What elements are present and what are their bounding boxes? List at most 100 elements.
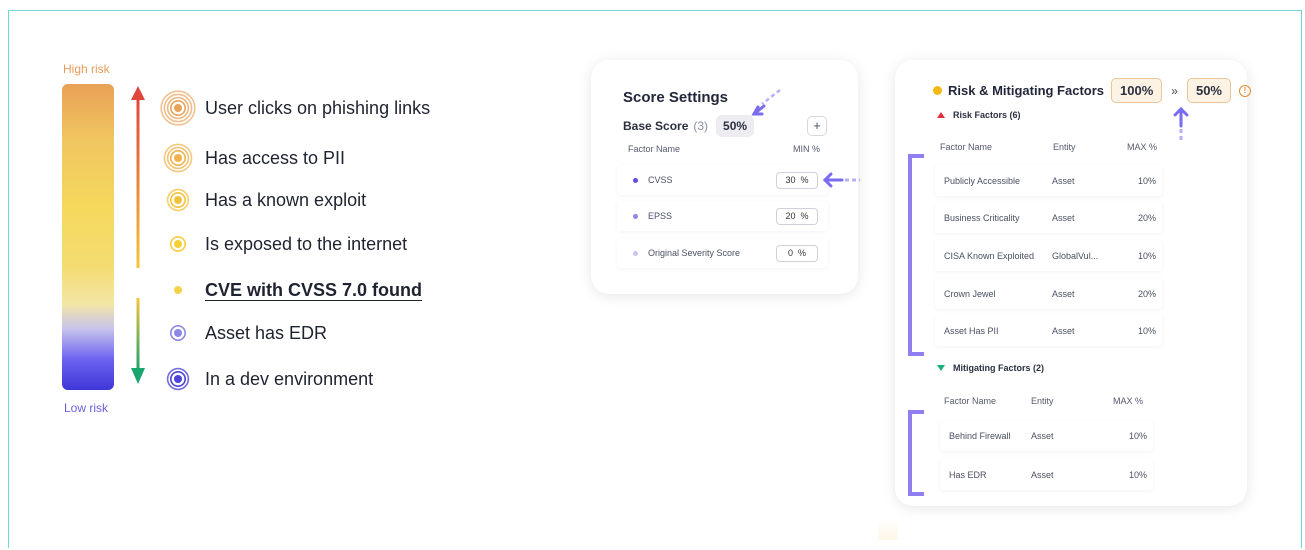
factor-table-row[interactable]: Crown Jewel Asset 20% [935,278,1162,309]
max-percent-cell: 10% [1128,431,1147,441]
dot-icon [160,272,196,308]
factor-name-cell: CISA Known Exploited [944,251,1035,261]
risk-mitigating-title: Risk & Mitigating Factors [948,83,1105,98]
min-percent-value: 0 [787,248,793,258]
entity-cell: Asset [1052,289,1075,299]
min-percent-unit: % [800,175,809,185]
entity-cell: Asset [1052,213,1075,223]
concentric-ring-icon [160,315,196,351]
risk-factor-item: Asset has EDR [160,318,327,348]
min-percent-input[interactable]: 0 % [776,244,818,262]
score-factor-row[interactable]: EPSS 20 % [617,201,828,231]
risk-factor-item: Is exposed to the internet [160,229,407,259]
score-factor-name: Original Severity Score [648,248,741,258]
factor-table-row[interactable]: Publicly Accessible Asset 10% [935,165,1162,196]
factor-name-cell: Has EDR [949,470,987,480]
triangle-down-icon [937,365,945,371]
max-percent-cell: 10% [1128,470,1147,480]
factor-name-cell: Crown Jewel [944,289,996,299]
add-factor-button[interactable]: + [807,116,827,136]
risk-factor-label: Has a known exploit [205,189,367,210]
risk-mitigating-card: Risk & Mitigating Factors 100% » 50% ! R… [895,60,1251,506]
risk-factors-heading-label: Risk Factors (6) [953,110,1021,120]
base-score-percent[interactable]: 50% [716,115,755,137]
factor-table-row[interactable]: CISA Known Exploited GlobalVul... 10% [935,240,1162,271]
risk-factor-label: CVE with CVSS 7.0 found [205,279,423,300]
min-percent-unit: % [800,211,809,221]
risk-factor-item: Has access to PII [160,143,345,173]
total-percent[interactable]: 100% [1111,78,1163,103]
factor-table-row[interactable]: Has EDR Asset 10% [940,459,1153,490]
risk-factor-label: Has access to PII [205,147,346,168]
entity-cell: Asset [1031,431,1054,441]
min-percent-input[interactable]: 20 % [776,207,818,225]
pointer-arrow-up-icon [1173,106,1189,141]
max-percent-cell: 10% [1137,176,1156,186]
min-percent-value: 30 [785,175,796,185]
min-percent-input[interactable]: 30 % [776,171,818,189]
score-factor-row[interactable]: Original Severity Score 0 % [617,238,828,268]
factor-name-cell: Behind Firewall [949,431,1011,441]
risk-factor-item: In a dev environment [160,364,373,394]
mitigating-col-factor: Factor Name [944,396,997,406]
score-factor-name: EPSS [648,211,673,221]
info-icon[interactable]: ! [1239,84,1251,97]
concentric-ring-icon [160,90,196,126]
score-settings-title: Score Settings [623,89,729,106]
factor-name-cell: Publicly Accessible [944,176,1021,186]
risk-col-factor: Factor Name [940,142,993,152]
mitigating-col-entity: Entity [1031,396,1054,406]
mitigating-factors-bracket [908,410,924,496]
concentric-ring-icon [160,361,196,397]
concentric-ring-icon [160,226,196,262]
risk-mitigating-header: Risk & Mitigating Factors 100% » 50% ! [933,78,1251,103]
risk-factor-label: Asset has EDR [205,322,328,343]
mitigating-factors-heading[interactable]: Mitigating Factors (2) [937,363,1044,373]
risk-factors-heading[interactable]: Risk Factors (6) [937,110,1021,120]
risk-factor-item: Has a known exploit [160,185,366,215]
concentric-ring-icon [160,140,196,176]
score-factor-row[interactable]: CVSS 30 % [617,165,828,195]
arrow-up-icon [131,86,145,268]
factor-name-cell: Asset Has PII [944,326,999,336]
entity-cell: Asset [1031,470,1054,480]
col-min-percent: MIN % [793,144,820,154]
max-percent-cell: 10% [1137,326,1156,336]
entity-cell: GlobalVul... [1052,251,1099,261]
pointer-arrow-left-icon [822,172,860,188]
arrow-down-icon [131,298,145,384]
dot-icon [633,250,638,256]
max-percent-cell: 10% [1137,251,1156,261]
factor-table-row[interactable]: Asset Has PII Asset 10% [935,315,1162,346]
risk-col-entity: Entity [1053,142,1076,152]
risk-col-max: MAX % [1127,142,1158,152]
factor-table-row[interactable]: Business Criticality Asset 20% [935,202,1162,233]
background-fragment [878,520,898,540]
factor-name-cell: Business Criticality [944,213,1020,223]
concentric-ring-icon [160,182,196,218]
entity-cell: Asset [1052,326,1075,336]
col-factor-name: Factor Name [628,144,681,154]
cap-percent[interactable]: 50% [1186,78,1231,103]
dot-icon [633,177,638,183]
mitigating-col-max: MAX % [1113,396,1144,406]
base-score-label: Base Score [623,119,689,133]
risk-factors-bracket [908,154,924,356]
pointer-arrow-icon [751,89,781,116]
min-percent-unit: % [798,248,807,258]
base-score-count: (3) [693,119,709,133]
triangle-up-icon [937,112,945,118]
risk-gradient-bar [62,84,114,390]
entity-cell: Asset [1052,176,1075,186]
risk-factor-item: User clicks on phishing links [160,90,431,126]
risk-factor-label: Is exposed to the internet [205,233,408,254]
score-settings-card: Score Settings Base Score (3) 50% + Fact… [591,60,858,294]
risk-factor-label: In a dev environment [205,368,374,389]
max-percent-cell: 20% [1137,213,1156,223]
risk-factor-label: User clicks on phishing links [205,97,431,118]
mitigating-factors-heading-label: Mitigating Factors (2) [953,363,1045,373]
score-factor-name: CVSS [648,175,673,185]
factor-table-row[interactable]: Behind Firewall Asset 10% [940,420,1153,451]
risk-factor-item: CVE with CVSS 7.0 found [160,275,422,305]
base-score: Base Score (3) 50% [623,115,755,137]
